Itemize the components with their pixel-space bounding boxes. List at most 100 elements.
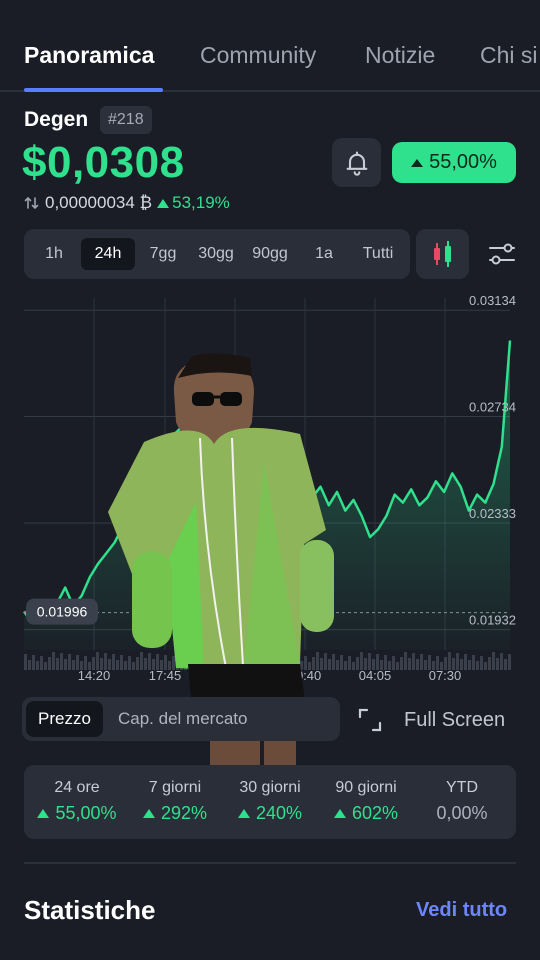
perf-value-text: 55,00% bbox=[55, 803, 117, 823]
volume-bar bbox=[72, 660, 75, 670]
chart-settings-button[interactable] bbox=[486, 238, 518, 270]
volume-bar bbox=[392, 656, 395, 670]
timeframe-selector: 1h 24h 7gg 30gg 90gg 1a Tutti bbox=[24, 229, 410, 279]
current-price-label: 0.01996 bbox=[37, 604, 88, 620]
volume-bar bbox=[508, 654, 511, 670]
volume-bar bbox=[348, 656, 351, 670]
perf-value-text: 240% bbox=[255, 803, 303, 823]
perf-90d: 90 giorni 602% bbox=[320, 779, 412, 824]
perf-value-text: 0,00% bbox=[436, 803, 488, 823]
timeframe-30gg[interactable]: 30gg bbox=[192, 238, 240, 270]
arrow-up-icon bbox=[411, 158, 424, 167]
stats-title: Statistiche bbox=[24, 895, 156, 925]
volume-bar bbox=[56, 658, 59, 670]
arrow-up-icon bbox=[142, 809, 155, 818]
tab-chi-siamo[interactable]: Chi si bbox=[480, 42, 538, 69]
coin-name: Degen bbox=[24, 108, 89, 131]
volume-bar bbox=[412, 653, 415, 670]
tab-community[interactable]: Community bbox=[200, 42, 316, 69]
volume-bar bbox=[424, 660, 427, 670]
tab-notizie[interactable]: Notizie bbox=[365, 42, 435, 69]
perf-value-text: 292% bbox=[160, 803, 208, 823]
volume-bar bbox=[504, 659, 507, 670]
arrow-up-icon bbox=[237, 809, 250, 818]
perf-value: 292% bbox=[130, 803, 220, 824]
fullscreen-button[interactable]: Full Screen bbox=[356, 706, 505, 734]
volume-bar bbox=[400, 657, 403, 670]
volume-bar bbox=[344, 661, 347, 670]
volume-bar bbox=[396, 662, 399, 670]
volume-bar bbox=[472, 655, 475, 670]
volume-bar bbox=[404, 652, 407, 670]
see-all-link[interactable]: Vedi tutto bbox=[416, 899, 507, 922]
timeframe-90gg[interactable]: 90gg bbox=[246, 238, 294, 270]
volume-bar bbox=[488, 657, 491, 670]
perf-value: 0,00% bbox=[418, 803, 506, 824]
volume-bar bbox=[24, 654, 27, 670]
timeframe-1a[interactable]: 1a bbox=[304, 238, 344, 270]
volume-bar bbox=[480, 656, 483, 670]
volume-bar bbox=[336, 660, 339, 670]
timeframe-24h[interactable]: 24h bbox=[81, 238, 135, 270]
x-tick-label: 07:30 bbox=[429, 668, 462, 683]
perf-label: 7 giorni bbox=[148, 779, 202, 796]
arrow-up-icon bbox=[37, 809, 50, 818]
candlestick-icon bbox=[434, 241, 451, 267]
volume-bar bbox=[476, 661, 479, 670]
perf-24h: 24 ore 55,00% bbox=[30, 779, 124, 824]
timeframe-tutti[interactable]: Tutti bbox=[354, 238, 402, 270]
volume-bar bbox=[64, 659, 67, 670]
volume-bar bbox=[416, 659, 419, 670]
fullscreen-label: Full Screen bbox=[404, 708, 506, 731]
x-tick-label: 04:05 bbox=[359, 668, 392, 683]
coin-price: $0,0308 bbox=[22, 138, 185, 187]
perf-label: YTD bbox=[446, 779, 478, 796]
y-tick-label: 0.03134 bbox=[469, 293, 516, 308]
volume-bar bbox=[464, 654, 467, 670]
volume-bar bbox=[52, 652, 55, 670]
candlestick-toggle-button[interactable] bbox=[416, 229, 469, 279]
perf-30d: 30 giorni 240% bbox=[224, 779, 316, 824]
volume-bar bbox=[60, 653, 63, 670]
perf-value-text: 602% bbox=[351, 803, 399, 823]
tab-panoramica[interactable]: Panoramica bbox=[24, 42, 154, 69]
btc-change: 53,19% bbox=[157, 193, 230, 213]
chart-metric-toggle: Prezzo Cap. del mercato bbox=[22, 697, 340, 741]
btc-price: 0,00000034 ₿ bbox=[45, 193, 153, 212]
perf-value: 55,00% bbox=[30, 803, 124, 824]
volume-bar bbox=[420, 654, 423, 670]
bell-icon bbox=[346, 150, 367, 176]
section-divider bbox=[24, 862, 516, 864]
toggle-market-cap[interactable]: Cap. del mercato bbox=[106, 701, 259, 737]
rank-badge: #218 bbox=[100, 106, 152, 134]
arrow-up-icon bbox=[333, 809, 346, 818]
price-change-value: 55,00% bbox=[429, 151, 497, 173]
active-tab-indicator bbox=[24, 88, 163, 92]
performance-summary: 24 ore 55,00% 7 giorni 292% 30 giorni 24… bbox=[24, 765, 516, 839]
volume-bar bbox=[500, 653, 503, 670]
perf-value: 602% bbox=[320, 803, 412, 824]
price-change-badge: 55,00% bbox=[392, 142, 516, 183]
volume-bar bbox=[468, 660, 471, 670]
expand-icon bbox=[358, 708, 382, 732]
price-alert-button[interactable] bbox=[332, 138, 381, 187]
volume-bar bbox=[40, 656, 43, 670]
perf-label: 24 ore bbox=[54, 779, 100, 796]
perf-label: 30 giorni bbox=[239, 779, 301, 796]
sliders-icon bbox=[489, 243, 515, 265]
timeframe-1h[interactable]: 1h bbox=[34, 238, 74, 270]
y-tick-label: 0.01932 bbox=[469, 613, 516, 628]
top-tabs: Panoramica Community Notizie Chi si bbox=[0, 0, 540, 92]
perf-ytd: YTD 0,00% bbox=[418, 779, 506, 824]
volume-bar bbox=[484, 662, 487, 670]
volume-bar bbox=[68, 654, 71, 670]
timeframe-7gg[interactable]: 7gg bbox=[141, 238, 185, 270]
volume-bar bbox=[32, 655, 35, 670]
perf-label: 90 giorni bbox=[335, 779, 397, 796]
y-tick-label: 0.02734 bbox=[469, 400, 516, 415]
toggle-prezzo[interactable]: Prezzo bbox=[26, 701, 103, 737]
volume-bar bbox=[496, 658, 499, 670]
btc-change-value: 53,19% bbox=[172, 193, 230, 212]
volume-bar bbox=[408, 658, 411, 670]
volume-bar bbox=[340, 655, 343, 670]
